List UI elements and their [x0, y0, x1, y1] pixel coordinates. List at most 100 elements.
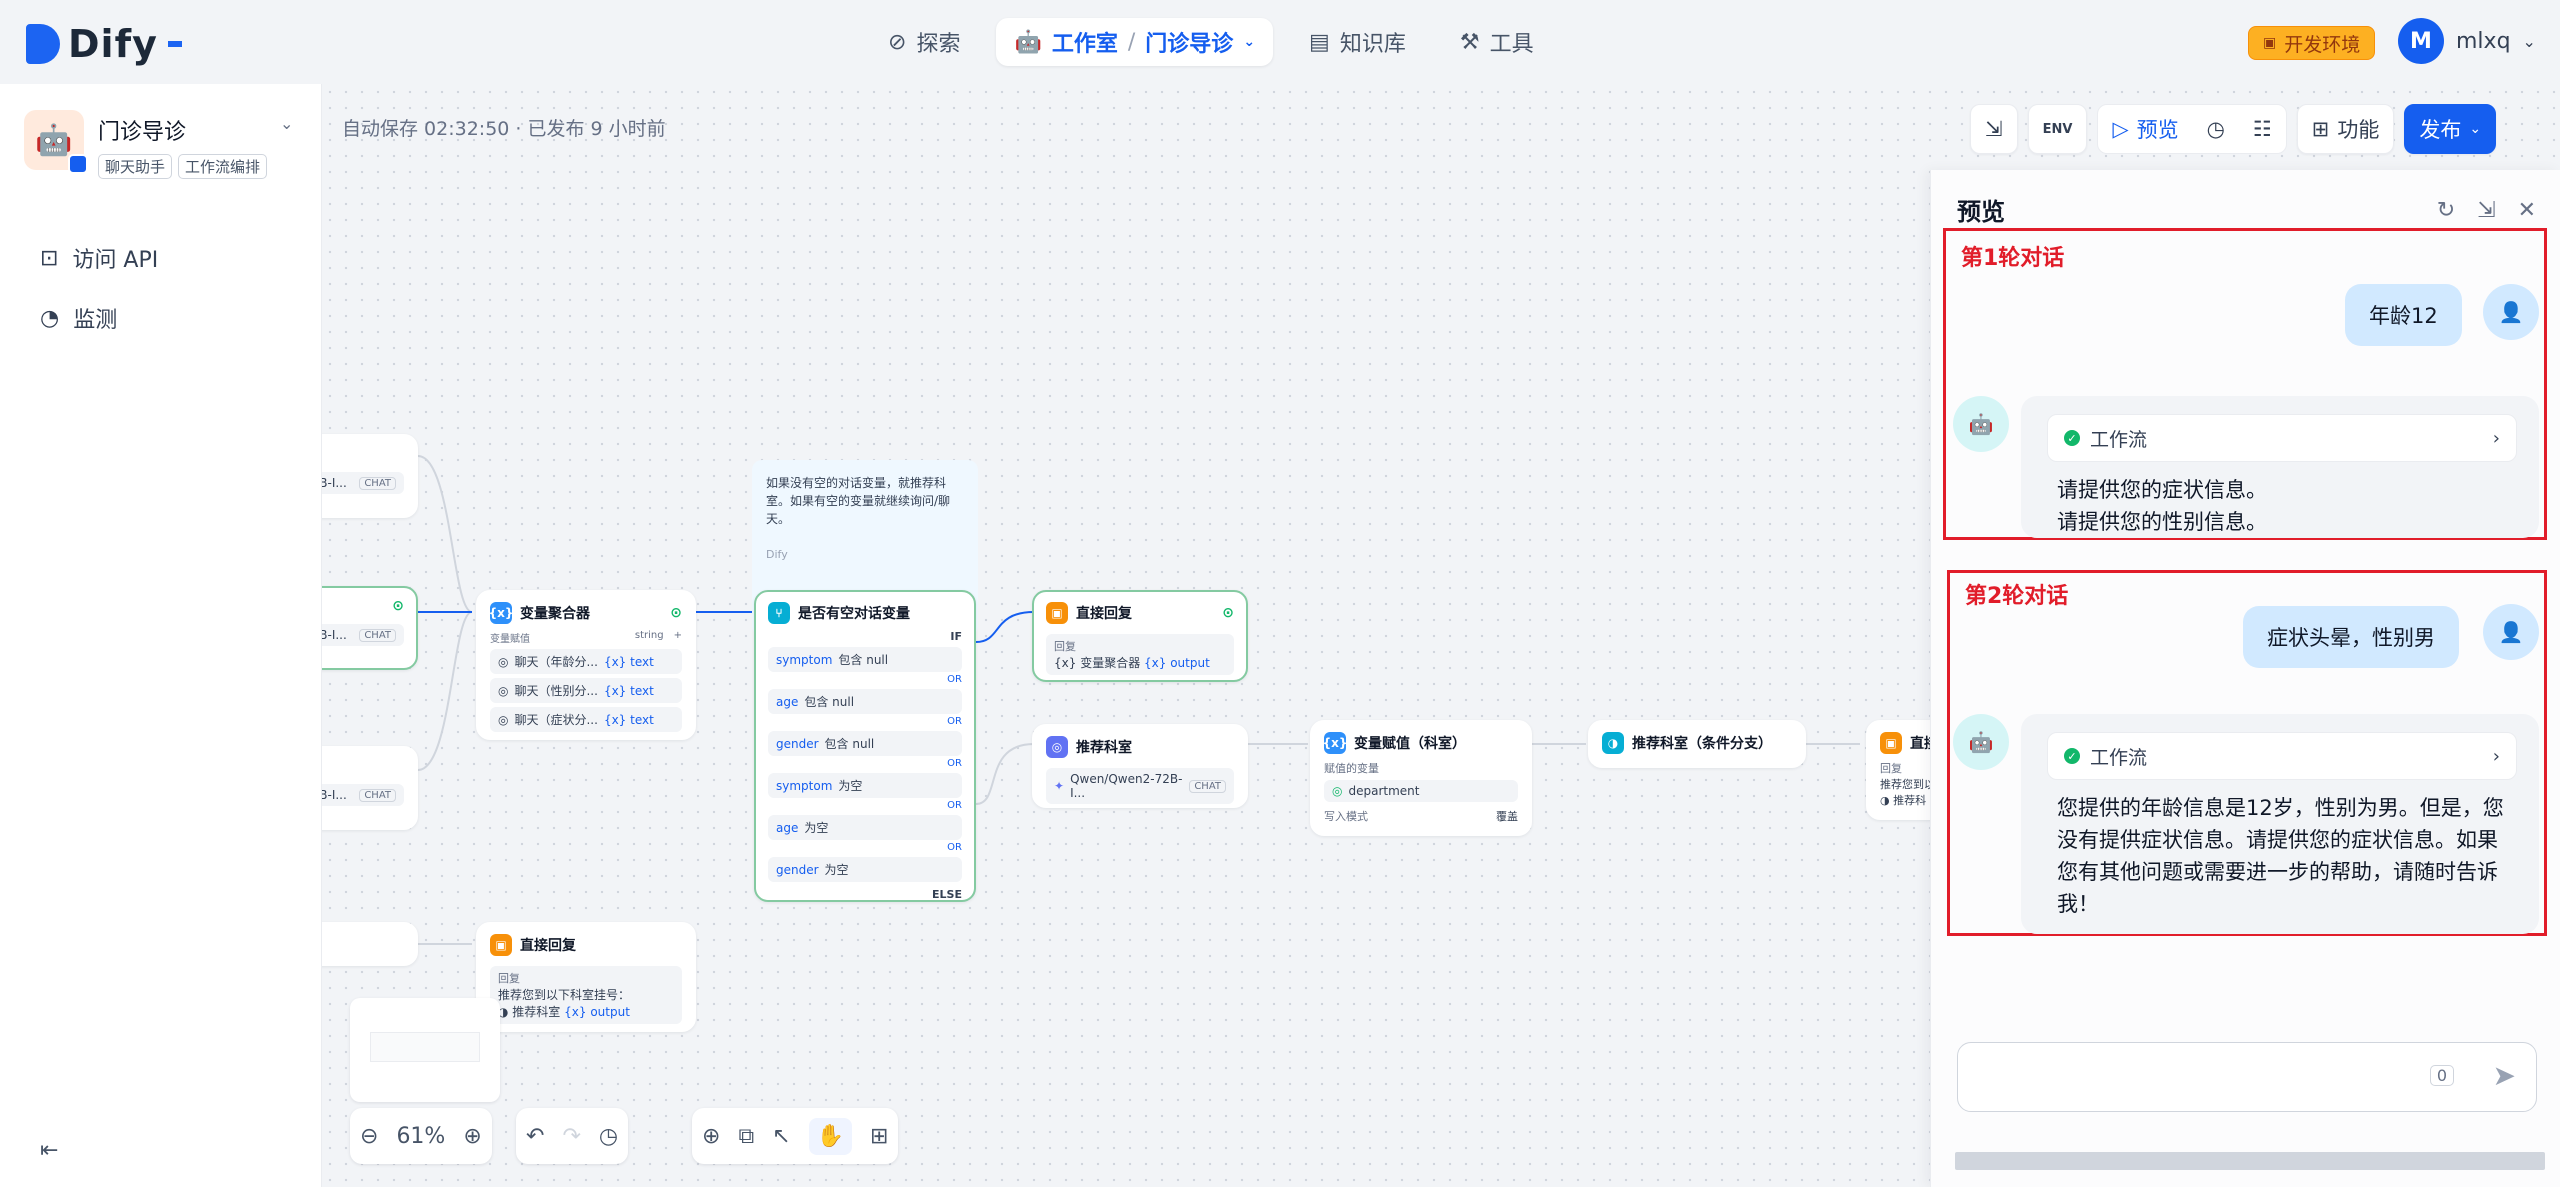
- history-button[interactable]: ◷: [2193, 104, 2239, 154]
- horizontal-scrollbar[interactable]: [1955, 1152, 2545, 1170]
- llm-node-gender[interactable]: )⊙ 72B-I...CHAT: [322, 586, 418, 670]
- chat-input[interactable]: 0 ➤: [1957, 1042, 2537, 1112]
- answer-node-1[interactable]: ▣ 直接回复 ⊙ 回复 {x} 变量聚合器 {x} output: [1032, 590, 1248, 682]
- layout-icon[interactable]: ⊞: [870, 1124, 888, 1149]
- partial-node[interactable]: [322, 922, 418, 966]
- cond-var: gender: [776, 736, 819, 751]
- app-tag: 聊天助手: [98, 154, 173, 179]
- workflow-trace[interactable]: ✓ 工作流 ›: [2047, 414, 2517, 462]
- user-menu[interactable]: M mlxq ⌄: [2398, 18, 2536, 64]
- send-icon[interactable]: ➤: [2493, 1059, 2516, 1092]
- nav-studio[interactable]: 🤖 工作室 / 门诊导诊 ⌄: [996, 18, 1274, 66]
- app-header[interactable]: 🤖 门诊导诊 聊天助手 工作流编排: [24, 110, 268, 179]
- robot-icon: 🤖: [35, 122, 73, 158]
- reply-var: output: [1170, 656, 1210, 670]
- preview-button[interactable]: ▷ 预览: [2098, 104, 2192, 154]
- cond-op: 包含 null: [838, 653, 889, 667]
- or-label: OR: [947, 716, 962, 727]
- cond-op: 为空: [824, 863, 849, 877]
- compass-icon: ⊘: [888, 29, 907, 55]
- refresh-icon[interactable]: ↻: [2437, 198, 2455, 223]
- if-else-node[interactable]: ⑂ 是否有空对话变量 IF symptom 包含 null OR age 包含 nul…: [754, 590, 976, 902]
- sidebar-item-monitor[interactable]: ◔ 监测: [40, 288, 158, 348]
- llm-node-symptom[interactable]: ) 72B-I...CHAT: [322, 746, 418, 830]
- nav-app-crumb[interactable]: 门诊导诊: [1145, 26, 1233, 58]
- workflow-trace[interactable]: ✓ 工作流 ›: [2047, 732, 2517, 780]
- redo-icon[interactable]: ↷: [562, 1124, 580, 1149]
- env-button[interactable]: ENV: [2027, 104, 2088, 154]
- model-icon: ✦: [1054, 779, 1065, 793]
- check-circle-icon: ⊙: [392, 598, 404, 614]
- avatar[interactable]: M: [2398, 18, 2444, 64]
- node-title: 直接回复: [1076, 606, 1132, 622]
- nav-explore-label: 探索: [916, 32, 961, 57]
- zoom-out-icon[interactable]: ⊖: [360, 1124, 378, 1149]
- llm-node-age[interactable]: ) 72B-I...CHAT: [322, 434, 418, 518]
- row-var-name: text: [630, 683, 654, 698]
- branch-node[interactable]: ◑ 推荐科室（条件分支）: [1588, 720, 1806, 768]
- row-var: {x} text: [603, 683, 654, 698]
- node-title: 推荐科室: [1076, 740, 1132, 756]
- assign-label: 赋值的变量: [1324, 762, 1379, 775]
- row-label: 聊天（性别分...: [514, 684, 598, 698]
- close-icon[interactable]: ✕: [2518, 198, 2536, 223]
- cond-op: 包含 null: [804, 695, 855, 709]
- add-node-icon[interactable]: ⊕: [702, 1124, 720, 1149]
- recommend-llm-node[interactable]: ◎ 推荐科室 ✦ Qwen/Qwen2-72B-I... CHAT: [1032, 724, 1248, 808]
- features-label: 功能: [2337, 118, 2380, 142]
- row-var-name: text: [630, 654, 654, 669]
- nav-explore[interactable]: ⊘ 探索: [870, 18, 978, 66]
- nav-tools[interactable]: ⚒ 工具: [1442, 18, 1552, 66]
- cond-op: 为空: [838, 779, 863, 793]
- branch-icon: ⑂: [768, 602, 790, 624]
- workflow-label: 工作流: [2090, 746, 2148, 769]
- bot-line: 请提供您的性别信息。: [2057, 510, 2267, 534]
- env-badge-label: 开发环境: [2284, 33, 2361, 56]
- round-2-label: 第2轮对话: [1965, 584, 2069, 609]
- llm-icon: ◎: [1046, 736, 1068, 758]
- chevron-down-icon[interactable]: ⌄: [280, 114, 293, 133]
- chevron-down-icon[interactable]: ⌄: [1243, 34, 1255, 50]
- history-icon[interactable]: ◷: [599, 1124, 618, 1149]
- zoom-level[interactable]: 61%: [396, 1124, 445, 1149]
- or-label: OR: [947, 842, 962, 853]
- model-name: Qwen/Qwen2-72B-I...: [1070, 772, 1183, 800]
- main-nav: ⊘ 探索 🤖 工作室 / 门诊导诊 ⌄ ▤ 知识库 ⚒ 工具: [870, 18, 1552, 66]
- reply-label: 回复: [1054, 640, 1076, 653]
- hand-icon[interactable]: ✋: [808, 1117, 852, 1155]
- env-var-button[interactable]: ⇲: [1970, 104, 2018, 154]
- reply-icon: ▣: [490, 934, 512, 956]
- or-label: OR: [947, 800, 962, 811]
- nav-knowledge-label: 知识库: [1339, 32, 1406, 57]
- chat-icon: ◎: [498, 683, 509, 698]
- bot-text: 您提供的年龄信息是12岁，性别为男。但是，您 没有提供症状信息。请提供您的症状信…: [2057, 792, 2504, 920]
- pointer-icon[interactable]: ↖: [772, 1124, 790, 1149]
- env-icon: ⇲: [1985, 117, 2003, 141]
- user-name: mlxq: [2456, 28, 2511, 54]
- cond-op: 为空: [804, 821, 829, 835]
- reply-ref-name: 推荐科: [1893, 794, 1927, 807]
- zoom-in-icon[interactable]: ⊕: [463, 1124, 481, 1149]
- condition-row: gender 为空: [768, 857, 962, 882]
- variable-aggregator-node[interactable]: {x} 变量聚合器 ⊙ 变量赋值 string + ◎ 聊天（年龄分... {x} text…: [476, 590, 696, 740]
- minimap[interactable]: [350, 998, 500, 1102]
- minimap-viewport[interactable]: [370, 1032, 480, 1062]
- undo-icon[interactable]: ↶: [526, 1124, 544, 1149]
- dify-logo[interactable]: Dify: [26, 22, 182, 66]
- sidebar-item-api[interactable]: ⊡ 访问 API: [40, 228, 158, 288]
- features-button[interactable]: ⊞ 功能: [2296, 104, 2395, 154]
- add-note-icon[interactable]: ⧉: [738, 1124, 754, 1149]
- variables-icon[interactable]: ⇲: [2477, 198, 2495, 223]
- chat-icon: ◎: [498, 654, 509, 669]
- collapse-sidebar-icon[interactable]: ⇤: [40, 1138, 58, 1163]
- variable-assign-node[interactable]: {x} 变量赋值（科室） 赋值的变量 ◎ department 写入模式 覆盖: [1310, 720, 1532, 836]
- node-title: 变量聚合器: [520, 606, 590, 622]
- publish-button[interactable]: 发布 ⌄: [2404, 104, 2497, 154]
- plus-icon[interactable]: +: [674, 630, 682, 645]
- nav-knowledge[interactable]: ▤ 知识库: [1291, 18, 1424, 66]
- app-tag: 工作流编排: [178, 154, 268, 179]
- answer-node-2[interactable]: ▣ 直接回复 回复 推荐您到以下科室挂号： ◑ 推荐科室 {x} output: [476, 922, 696, 1032]
- chat-var-icon: ◎: [1332, 784, 1343, 798]
- checklist-button[interactable]: ☷: [2239, 104, 2286, 154]
- user-message: 症状头晕，性别男: [2243, 606, 2459, 668]
